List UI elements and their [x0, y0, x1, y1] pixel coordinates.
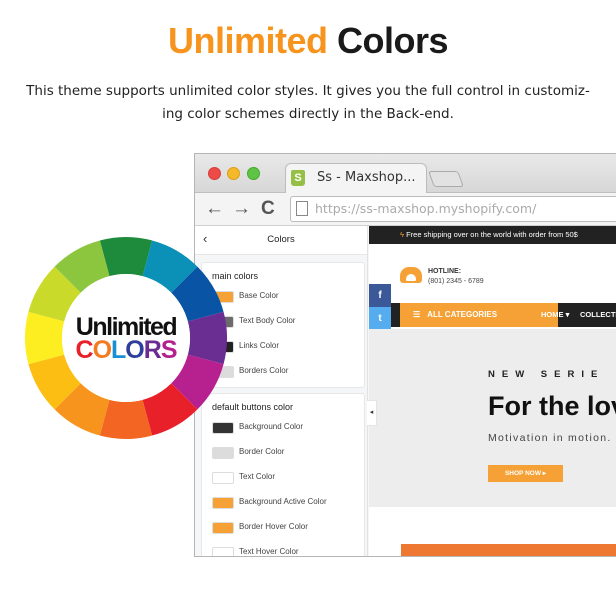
- hero-banner: NEW SERIE For the lov Motivation in moti…: [369, 329, 616, 507]
- color-label: Text Hover Color: [239, 547, 299, 556]
- browser-tab-content[interactable]: S Ss - Maxshop...: [287, 164, 427, 192]
- color-label: Border Color: [239, 447, 285, 456]
- browser-window: S Ss - Maxshop... ← → C https://ss-maxsh…: [194, 153, 616, 557]
- shopify-bag-icon: S: [291, 170, 305, 186]
- color-label: Text Body Color: [239, 316, 296, 325]
- color-swatch[interactable]: [212, 472, 234, 484]
- hotline-number[interactable]: (801) 2345 - 6789: [428, 278, 484, 285]
- hotline-label: HOTLINE:: [428, 268, 462, 275]
- color-swatch[interactable]: [212, 547, 234, 556]
- logo-letter: O: [125, 336, 144, 364]
- color-label: Links Color: [239, 341, 280, 350]
- page-heading: Unlimited Colors: [0, 20, 616, 62]
- description-line-2: ing color schemes directly in the Back-e…: [162, 106, 454, 122]
- color-label: Border Hover Color: [239, 522, 308, 531]
- description-line-1: This theme supports unlimited color styl…: [26, 83, 590, 99]
- tab-title: Ss - Maxshop...: [317, 170, 416, 185]
- shipping-bar: ϟ Free shipping over on the world with o…: [369, 226, 616, 244]
- hero-title: For the lov: [488, 391, 616, 421]
- back-arrow-icon[interactable]: ←: [205, 198, 224, 220]
- color-label: Background Color: [239, 422, 304, 431]
- url-text: https://ss-maxshop.myshopify.com/: [315, 201, 537, 216]
- page-icon: [296, 201, 308, 216]
- promo-banner-strip: [401, 544, 616, 556]
- collapse-sidebar-button[interactable]: ◂: [367, 400, 377, 426]
- color-label: Borders Color: [239, 366, 289, 375]
- heading-accent: Unlimited: [167, 20, 328, 61]
- color-label: Background Active Color: [239, 497, 327, 506]
- logo-letter: C: [76, 336, 94, 364]
- lightning-icon: ϟ: [400, 230, 404, 239]
- shop-now-button[interactable]: SHOP NOW ▸: [488, 465, 563, 482]
- all-categories-button[interactable]: ☰ ALL CATEGORIES: [400, 303, 558, 327]
- browser-toolbar: ← → C https://ss-maxshop.myshopify.com/: [195, 193, 616, 226]
- hero-subtitle: Motivation in motion.: [488, 432, 612, 444]
- store-navbar: ☰ ALL CATEGORIES HOME ▾ COLLECTIO: [369, 303, 616, 327]
- shipping-text: Free shipping over on the world with ord…: [406, 230, 578, 239]
- menu-icon: ☰: [413, 310, 421, 319]
- nav-collections[interactable]: COLLECTIO: [580, 303, 616, 327]
- store-preview: ϟ Free shipping over on the world with o…: [369, 226, 616, 556]
- logo-letter: O: [93, 336, 112, 364]
- color-label: Base Color: [239, 291, 279, 300]
- address-bar[interactable]: https://ss-maxshop.myshopify.com/: [290, 196, 616, 222]
- color-swatch[interactable]: [212, 447, 234, 459]
- color-label: Text Color: [239, 472, 276, 481]
- forward-arrow-icon[interactable]: →: [232, 198, 251, 220]
- new-tab-button[interactable]: [428, 171, 464, 187]
- close-window-button[interactable]: [208, 167, 221, 180]
- logo-colors: COLORS: [76, 336, 177, 364]
- nav-home[interactable]: HOME ▾: [541, 303, 569, 327]
- color-wheel-graphic: Unlimited COLORS: [25, 237, 227, 439]
- color-swatch[interactable]: [212, 522, 234, 534]
- twitter-icon[interactable]: t: [369, 307, 391, 330]
- reload-icon[interactable]: C: [261, 198, 275, 220]
- logo-letter: S: [161, 336, 177, 364]
- maximize-window-button[interactable]: [247, 167, 260, 180]
- phone-icon: [400, 267, 422, 283]
- all-categories-label: ALL CATEGORIES: [427, 310, 498, 319]
- facebook-icon[interactable]: f: [369, 284, 391, 307]
- logo-letter: R: [144, 336, 162, 364]
- color-swatch[interactable]: [212, 497, 234, 509]
- logo-letter: L: [111, 336, 126, 364]
- heading-rest: Colors: [337, 20, 449, 61]
- hero-eyebrow: NEW SERIE: [488, 369, 605, 380]
- minimize-window-button[interactable]: [227, 167, 240, 180]
- page-description: This theme supports unlimited color styl…: [20, 80, 596, 126]
- tab-bar: S Ss - Maxshop...: [195, 154, 616, 194]
